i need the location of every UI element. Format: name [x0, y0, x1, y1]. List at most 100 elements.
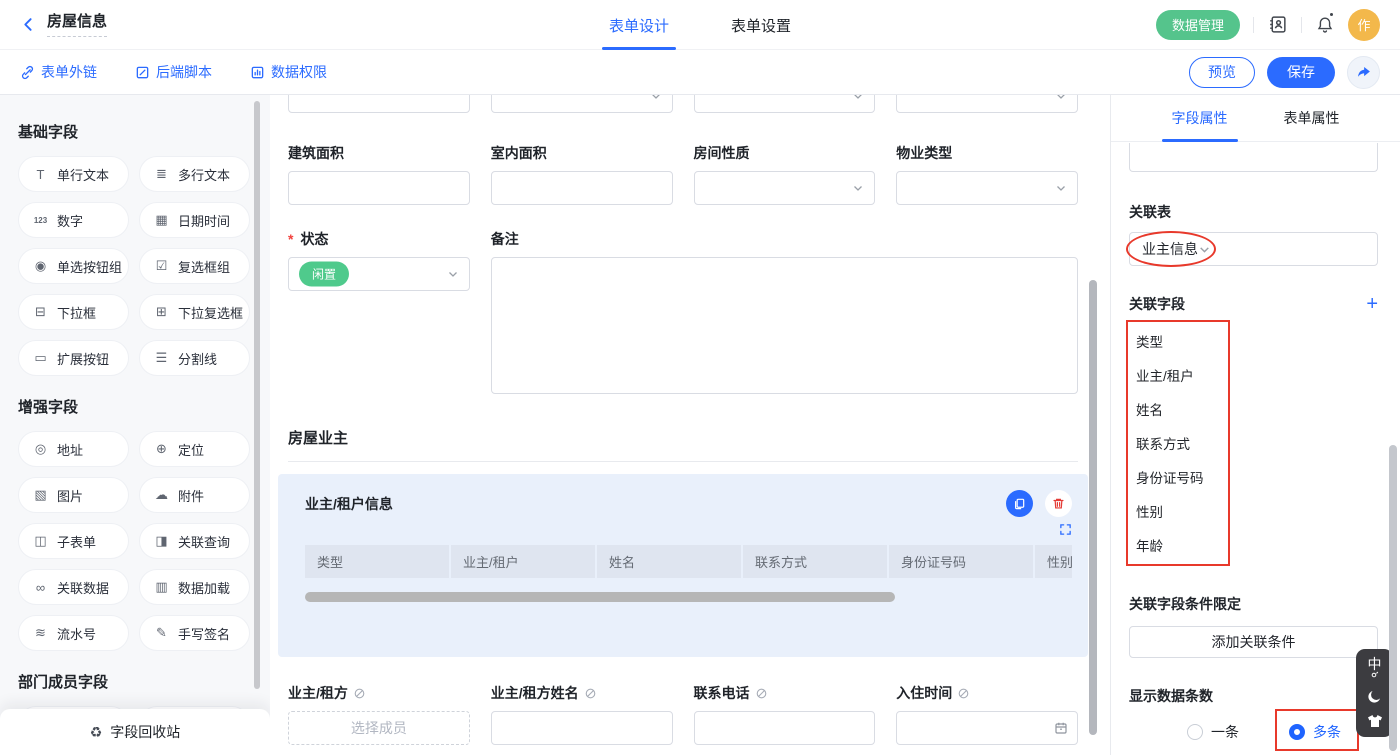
relation-fields-label: 关联字段	[1129, 294, 1185, 314]
field-signature[interactable]: ✎手写签名	[139, 615, 250, 651]
contacts-button[interactable]	[1267, 14, 1288, 35]
column-header[interactable]: 身份证号码	[889, 545, 1033, 578]
subform-column-headers: 类型 业主/租户 姓名 联系方式 身份证号码 性别	[305, 545, 1072, 578]
field-indoor-area: 室内面积	[491, 143, 673, 205]
owner-tenant-subform[interactable]: 业主/租户信息 类型 业主/租户 姓名	[278, 474, 1088, 657]
contact-phone-input[interactable]	[694, 711, 876, 745]
form-external-link[interactable]: 表单外链	[20, 62, 97, 82]
data-permission-link[interactable]: 数据权限	[250, 62, 327, 82]
field-serial-number[interactable]: ≋流水号	[18, 615, 129, 651]
field-geolocation[interactable]: ⊕定位	[139, 431, 250, 467]
room-nature-select[interactable]	[694, 171, 876, 205]
delete-button[interactable]	[1045, 490, 1072, 517]
subform-expand-row	[305, 523, 1072, 536]
cutoff-text-input[interactable]	[288, 95, 470, 113]
data-manage-button[interactable]: 数据管理	[1156, 10, 1240, 40]
relation-field-item[interactable]: 姓名	[1136, 392, 1228, 426]
dark-mode-toggle[interactable]	[1366, 688, 1383, 705]
field-datetime[interactable]: ▦日期时间	[139, 202, 250, 238]
property-type-select[interactable]	[896, 171, 1078, 205]
panel-scrollbar[interactable]	[1389, 445, 1397, 751]
select-icon: ⊟	[32, 304, 49, 320]
expand-icon[interactable]	[1059, 523, 1072, 536]
relation-field-item[interactable]: 联系方式	[1136, 426, 1228, 460]
relation-table-select[interactable]: 业主信息	[1129, 232, 1378, 266]
relation-field-item[interactable]: 业主/租户	[1136, 358, 1228, 392]
remark-textarea[interactable]	[491, 257, 1078, 394]
column-header[interactable]: 业主/租户	[451, 545, 595, 578]
cutoff-select[interactable]	[896, 95, 1078, 113]
relation-field-item[interactable]: 性别	[1136, 494, 1228, 528]
tab-form-design[interactable]: 表单设计	[609, 0, 669, 50]
backend-script-link[interactable]: 后端脚本	[135, 62, 212, 82]
field-select[interactable]: ⊟下拉框	[18, 294, 129, 330]
field-subform[interactable]: ◫子表单	[18, 523, 129, 559]
header-right: 数据管理 作	[1156, 9, 1380, 41]
subform-header: 业主/租户信息	[305, 490, 1072, 517]
column-header[interactable]: 联系方式	[743, 545, 887, 578]
preview-button[interactable]: 预览	[1189, 57, 1255, 88]
member-picker[interactable]: 选择成员	[288, 711, 470, 745]
field-building-area: 建筑面积	[288, 143, 470, 205]
field-checkbox-group[interactable]: ☑复选框组	[139, 248, 250, 284]
field-owner-tenant: 业主/租方 选择成员	[288, 683, 470, 745]
field-divider[interactable]: ☰分割线	[139, 340, 250, 376]
field-multi-line-text[interactable]: ≣多行文本	[139, 156, 250, 192]
back-button[interactable]	[20, 16, 37, 33]
relation-field-item[interactable]: 年龄	[1136, 528, 1228, 562]
move-in-date-input[interactable]	[896, 711, 1078, 745]
field-relation-data[interactable]: ∞关联数据	[18, 569, 129, 605]
form-toolbar: 表单外链 后端脚本 数据权限 预览 保存	[0, 50, 1400, 95]
column-header[interactable]: 类型	[305, 545, 449, 578]
tab-form-properties[interactable]: 表单属性	[1284, 95, 1340, 142]
tab-field-properties[interactable]: 字段属性	[1172, 95, 1228, 142]
share-button[interactable]	[1347, 56, 1380, 89]
number-icon: 123	[32, 216, 49, 225]
owner-name-input[interactable]	[491, 711, 673, 745]
cutoff-select[interactable]	[694, 95, 876, 113]
add-relation-field-button[interactable]: +	[1366, 296, 1378, 312]
field-extend-button[interactable]: ▭扩展按钮	[18, 340, 129, 376]
canvas-scrollbar[interactable]	[1089, 280, 1097, 735]
field-single-line-text[interactable]: T单行文本	[18, 156, 129, 192]
divider	[1253, 17, 1254, 33]
column-header[interactable]: 性别	[1035, 545, 1072, 578]
cutoff-panel-input[interactable]	[1129, 143, 1378, 172]
field-multi-select[interactable]: ⊞下拉复选框	[139, 294, 250, 330]
page-title: 房屋信息	[47, 13, 107, 37]
duplicate-button[interactable]	[1006, 490, 1033, 517]
status-select[interactable]: 闲置	[288, 257, 470, 291]
language-toggle[interactable]: 中	[1368, 658, 1382, 678]
cutoff-select[interactable]	[491, 95, 673, 113]
field-data-load[interactable]: ▥数据加载	[139, 569, 250, 605]
radio-single[interactable]: 一条	[1187, 722, 1239, 742]
field-recycle-bin[interactable]: ♻ 字段回收站	[0, 709, 270, 755]
owner-field-row: 业主/租方 选择成员 业主/租方姓名 联系电话 入住时间	[288, 683, 1078, 745]
field-radio-group[interactable]: ◉单选按钮组	[18, 248, 129, 284]
subform-horizontal-scrollbar[interactable]	[305, 592, 895, 602]
section-divider	[288, 461, 1078, 462]
section-title-basic-fields: 基础字段	[18, 121, 250, 142]
column-header[interactable]: 姓名	[597, 545, 741, 578]
multi-line-text-icon: ≣	[153, 166, 170, 182]
indoor-area-input[interactable]	[491, 171, 673, 205]
field-address[interactable]: ◎地址	[18, 431, 129, 467]
relation-table-label: 关联表	[1129, 202, 1378, 222]
share-arrow-icon	[1355, 64, 1372, 81]
add-condition-button[interactable]: 添加关联条件	[1129, 626, 1378, 658]
field-image[interactable]: ▧图片	[18, 477, 129, 513]
tab-form-settings[interactable]: 表单设置	[731, 0, 791, 50]
save-button[interactable]: 保存	[1267, 57, 1335, 88]
sidebar-scrollbar[interactable]	[254, 101, 260, 689]
relation-field-item[interactable]: 类型	[1136, 324, 1228, 358]
theme-skin-button[interactable]	[1367, 714, 1383, 728]
notifications-button[interactable]	[1315, 15, 1335, 35]
field-attachment[interactable]: ☁附件	[139, 477, 250, 513]
radio-multiple[interactable]: 多条	[1289, 722, 1341, 742]
building-area-input[interactable]	[288, 171, 470, 205]
relation-field-item[interactable]: 身份证号码	[1136, 460, 1228, 494]
field-relation-query[interactable]: ◨关联查询	[139, 523, 250, 559]
avatar[interactable]: 作	[1348, 9, 1380, 41]
field-number[interactable]: 123数字	[18, 202, 129, 238]
field-property-type: 物业类型	[896, 143, 1078, 205]
